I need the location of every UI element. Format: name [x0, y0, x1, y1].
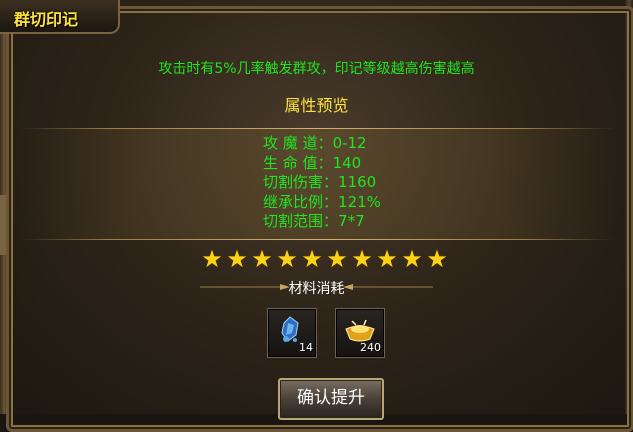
star-icon: ★	[276, 245, 298, 273]
materials-header: 材料消耗	[288, 281, 345, 297]
attribute-label: 切割范围	[263, 212, 324, 231]
title-tab: 群切印记	[0, 0, 120, 34]
star-icon: ★	[426, 245, 448, 273]
attribute-row: 切割伤害：1160	[263, 173, 377, 192]
attribute-value: 140	[332, 153, 362, 172]
attribute-label: 攻 魔 道	[263, 134, 318, 152]
material-count: 240	[360, 341, 381, 354]
material-count: 14	[299, 341, 313, 354]
star-icon: ★	[351, 245, 373, 273]
material-slot-ingot[interactable]: 240	[335, 308, 385, 358]
attribute-row: 生 命 值：140	[263, 153, 362, 172]
attribute-value: 121%	[338, 192, 381, 211]
star-icon: ★	[301, 245, 323, 273]
attribute-label: 切割伤害	[263, 173, 324, 192]
window-title: 群切印记	[14, 10, 79, 29]
star-icon: ★	[226, 245, 248, 273]
star-icon: ★	[401, 245, 423, 273]
effect-description: 攻击时有5%几率触发群攻，印记等级越高伤害越高	[158, 61, 475, 77]
attribute-value: 1160	[338, 173, 377, 192]
material-slot-crystal[interactable]: 14	[267, 308, 317, 358]
attribute-value: 0-12	[332, 134, 367, 152]
attribute-value: 7*7	[338, 212, 365, 231]
attributes-header: 属性预览	[284, 96, 349, 115]
material-header-right-ornament	[343, 284, 433, 290]
attribute-row: 攻 魔 道：0-12	[263, 134, 367, 152]
attributes-bottom-divider	[20, 239, 615, 240]
attribute-label: 生 命 值	[263, 153, 318, 172]
star-rating: ★ ★ ★ ★ ★ ★ ★ ★ ★ ★	[200, 247, 452, 273]
seal-panel: 群切印记 攻击时有5%几率触发群攻，印记等级越高伤害越高 属性预览 攻 魔 道：…	[0, 0, 633, 432]
star-icon: ★	[376, 245, 398, 273]
star-icon: ★	[326, 245, 348, 273]
attribute-label: 继承比例	[263, 192, 324, 211]
star-icon: ★	[251, 245, 273, 273]
star-icon: ★	[201, 245, 223, 273]
attribute-list: 攻 魔 道：0-12 生 命 值：140 切割伤害：1160 继承比例：121%…	[263, 134, 381, 232]
attribute-row: 继承比例：121%	[263, 192, 381, 211]
attribute-row: 切割范围：7*7	[263, 212, 365, 231]
